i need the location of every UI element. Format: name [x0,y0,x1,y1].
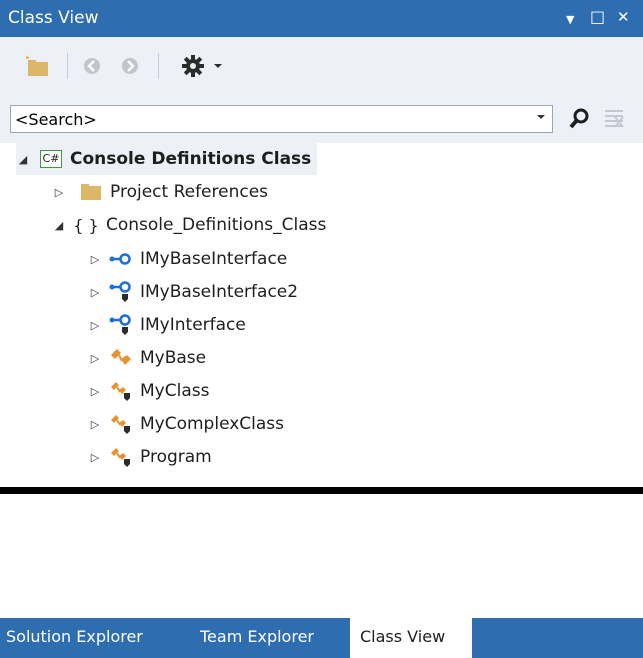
tree-node-label: Console Definitions Class [70,149,312,169]
toolbar-separator [67,53,68,79]
tree-node-references[interactable]: ▷ Project References [52,176,268,208]
tab-solution-explorer[interactable]: Solution Explorer [6,618,143,658]
search-button[interactable] [568,107,590,135]
interface-internal-icon [108,281,134,303]
settings-dropdown-button[interactable] [172,52,232,80]
tree-node-label: MyBase [140,348,207,368]
class-internal-icon [108,446,134,468]
collapse-arrow-icon[interactable]: ◢ [16,153,30,166]
window-menu-dropdown-icon[interactable]: ▼ [566,12,574,28]
title-bar: Class View ▼ □ ✕ [0,0,643,37]
tab-class-view[interactable]: Class View [350,618,472,658]
search-icon [569,108,589,129]
interface-icon [108,248,134,270]
tab-strip: Solution Explorer Team Explorer Class Vi… [0,618,643,658]
tree-node-label: Program [140,447,212,467]
back-arrow-icon [84,58,100,74]
expand-arrow-icon[interactable]: ▷ [88,418,102,431]
forward-button[interactable] [118,52,142,80]
tree-node-item[interactable]: ▷ MyClass [88,375,209,407]
tree-node-project[interactable]: ◢ C# Console Definitions Class [16,143,318,175]
new-folder-button[interactable] [22,52,52,80]
toolbar [0,37,643,97]
interface-internal-icon [108,314,134,336]
pane-splitter[interactable] [0,487,643,494]
search-input[interactable] [15,108,515,130]
tree-node-item[interactable]: ▷ IMyBaseInterface2 [88,276,298,308]
close-icon[interactable]: ✕ [617,9,630,25]
expand-arrow-icon[interactable]: ▷ [88,352,102,365]
tree-node-label: Console_Definitions_Class [106,215,327,235]
expand-arrow-icon[interactable]: ▷ [88,451,102,464]
search-dropdown-icon[interactable] [536,110,546,124]
expand-arrow-icon[interactable]: ▷ [52,186,66,199]
tree-node-namespace[interactable]: ◢ { } Console_Definitions_Class [52,209,327,241]
csharp-project-icon: C# [38,148,64,170]
chevron-down-icon [214,64,222,68]
class-icon [108,347,134,369]
tree-node-label: Project References [110,182,269,202]
new-folder-icon [25,55,48,76]
expand-arrow-icon[interactable]: ▷ [88,253,102,266]
folder-icon [78,181,104,203]
tree-node-item[interactable]: ▷ Program [88,441,212,473]
tree-node-item[interactable]: ▷ IMyInterface [88,309,246,341]
gear-icon [182,55,204,77]
class-internal-icon [108,380,134,402]
members-pane [0,494,643,618]
tree-node-label: MyComplexClass [140,414,285,434]
maximize-icon[interactable]: □ [590,9,605,25]
tree-node-item[interactable]: ▷ MyBase [88,342,206,374]
expand-arrow-icon[interactable]: ▷ [88,319,102,332]
expand-arrow-icon[interactable]: ▷ [88,286,102,299]
class-internal-icon [108,413,134,435]
tree-node-label: IMyInterface [140,315,246,335]
expand-arrow-icon[interactable]: ▷ [88,385,102,398]
tree-node-label: IMyBaseInterface2 [140,282,299,302]
toolbar-separator [158,53,159,79]
tree-node-label: MyClass [140,381,210,401]
namespace-icon: { } [73,215,99,235]
class-tree: ◢ C# Console Definitions Class ▷ Project… [0,143,643,486]
collapse-arrow-icon[interactable]: ◢ [52,219,66,232]
tree-node-item[interactable]: ▷ IMyBaseInterface [88,243,287,275]
search-combobox[interactable] [10,105,553,133]
search-row [0,97,643,143]
back-button[interactable] [80,52,104,80]
window-title: Class View [8,8,99,28]
forward-arrow-icon [122,58,138,74]
clear-search-icon [605,110,624,128]
tree-node-item[interactable]: ▷ MyComplexClass [88,408,284,440]
tree-node-label: IMyBaseInterface [140,249,288,269]
tab-team-explorer[interactable]: Team Explorer [200,618,314,658]
clear-search-button[interactable] [603,107,625,135]
